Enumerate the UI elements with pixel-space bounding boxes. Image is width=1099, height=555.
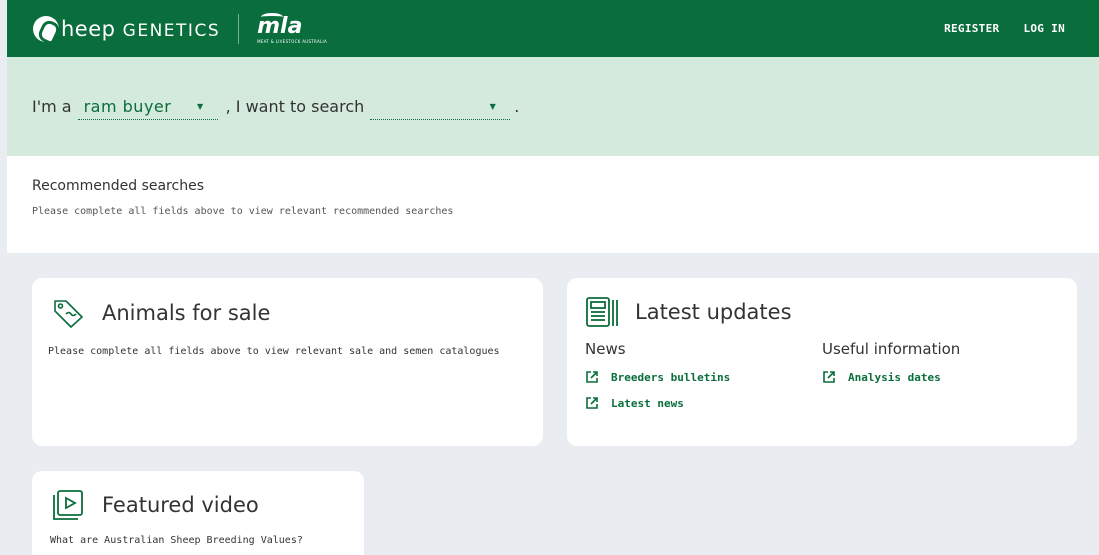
- logo-text-lower: heep: [61, 16, 116, 41]
- featured-video-caption[interactable]: What are Australian Sheep Breeding Value…: [50, 535, 346, 546]
- external-link-icon: [586, 371, 598, 383]
- top-navbar: heep GENETICS mla MEAT & LIVESTOCK AUSTR…: [7, 0, 1099, 57]
- login-link[interactable]: LOG IN: [1023, 22, 1065, 35]
- animals-for-sale-card: Animals for sale Please complete all fie…: [32, 278, 543, 446]
- recommended-searches-hint: Please complete all fields above to view…: [32, 206, 454, 217]
- chevron-down-icon: ▼: [196, 101, 204, 111]
- newspaper-icon: [586, 297, 618, 327]
- logo-text-caps: GENETICS: [122, 20, 221, 41]
- tag-icon: [54, 300, 83, 328]
- sheep-genetics-logo-icon: [33, 15, 59, 42]
- role-dropdown-value: ram buyer: [83, 96, 172, 116]
- external-link-icon: [586, 397, 598, 409]
- useful-info-column: Useful information Analysis dates: [822, 340, 1059, 422]
- latest-updates-title: Latest updates: [635, 300, 792, 324]
- search-suffix: .: [514, 97, 520, 116]
- video-icon: [53, 490, 83, 520]
- register-link[interactable]: REGISTER: [944, 22, 999, 35]
- header-nav: REGISTER LOG IN: [944, 22, 1065, 35]
- recommended-searches-title: Recommended searches: [32, 178, 204, 194]
- chevron-down-icon: ▼: [489, 101, 497, 111]
- mla-wordmark: mla: [257, 14, 303, 39]
- search-prefix: I'm a: [32, 97, 72, 116]
- news-column: News Breeders bulletins Latest news: [585, 340, 822, 422]
- featured-video-title: Featured video: [102, 493, 259, 517]
- featured-video-card: Featured video What are Australian Sheep…: [32, 471, 364, 555]
- mla-logo[interactable]: mla MEAT & LIVESTOCK AUSTRALIA: [257, 13, 327, 44]
- animals-for-sale-title: Animals for sale: [102, 301, 271, 325]
- logo-divider: [238, 13, 240, 44]
- analysis-dates-link[interactable]: Analysis dates: [822, 370, 1059, 384]
- recommended-searches-section: Recommended searches Please complete all…: [7, 156, 1099, 253]
- latest-news-label: Latest news: [611, 396, 684, 410]
- sheep-genetics-logo[interactable]: heep GENETICS: [33, 15, 221, 42]
- mla-subtitle: MEAT & LIVESTOCK AUSTRALIA: [257, 39, 328, 44]
- breeders-bulletins-link[interactable]: Breeders bulletins: [585, 370, 822, 384]
- search-middle-text: , I want to search: [225, 97, 365, 116]
- breeders-bulletins-label: Breeders bulletins: [611, 370, 731, 384]
- role-dropdown[interactable]: ram buyer ▼: [77, 94, 218, 120]
- search-sentence-bar: I'm a ram buyer ▼ , I want to search ▼ .: [7, 57, 1099, 156]
- useful-info-heading: Useful information: [822, 340, 961, 358]
- latest-updates-card: Latest updates News Breeders bulletins L…: [567, 278, 1077, 446]
- external-link-icon: [823, 371, 835, 383]
- analysis-dates-label: Analysis dates: [848, 370, 941, 384]
- animals-for-sale-hint: Please complete all fields above to view…: [48, 346, 500, 357]
- news-heading: News: [585, 340, 626, 358]
- latest-news-link[interactable]: Latest news: [585, 396, 822, 410]
- search-type-dropdown[interactable]: ▼: [370, 94, 511, 120]
